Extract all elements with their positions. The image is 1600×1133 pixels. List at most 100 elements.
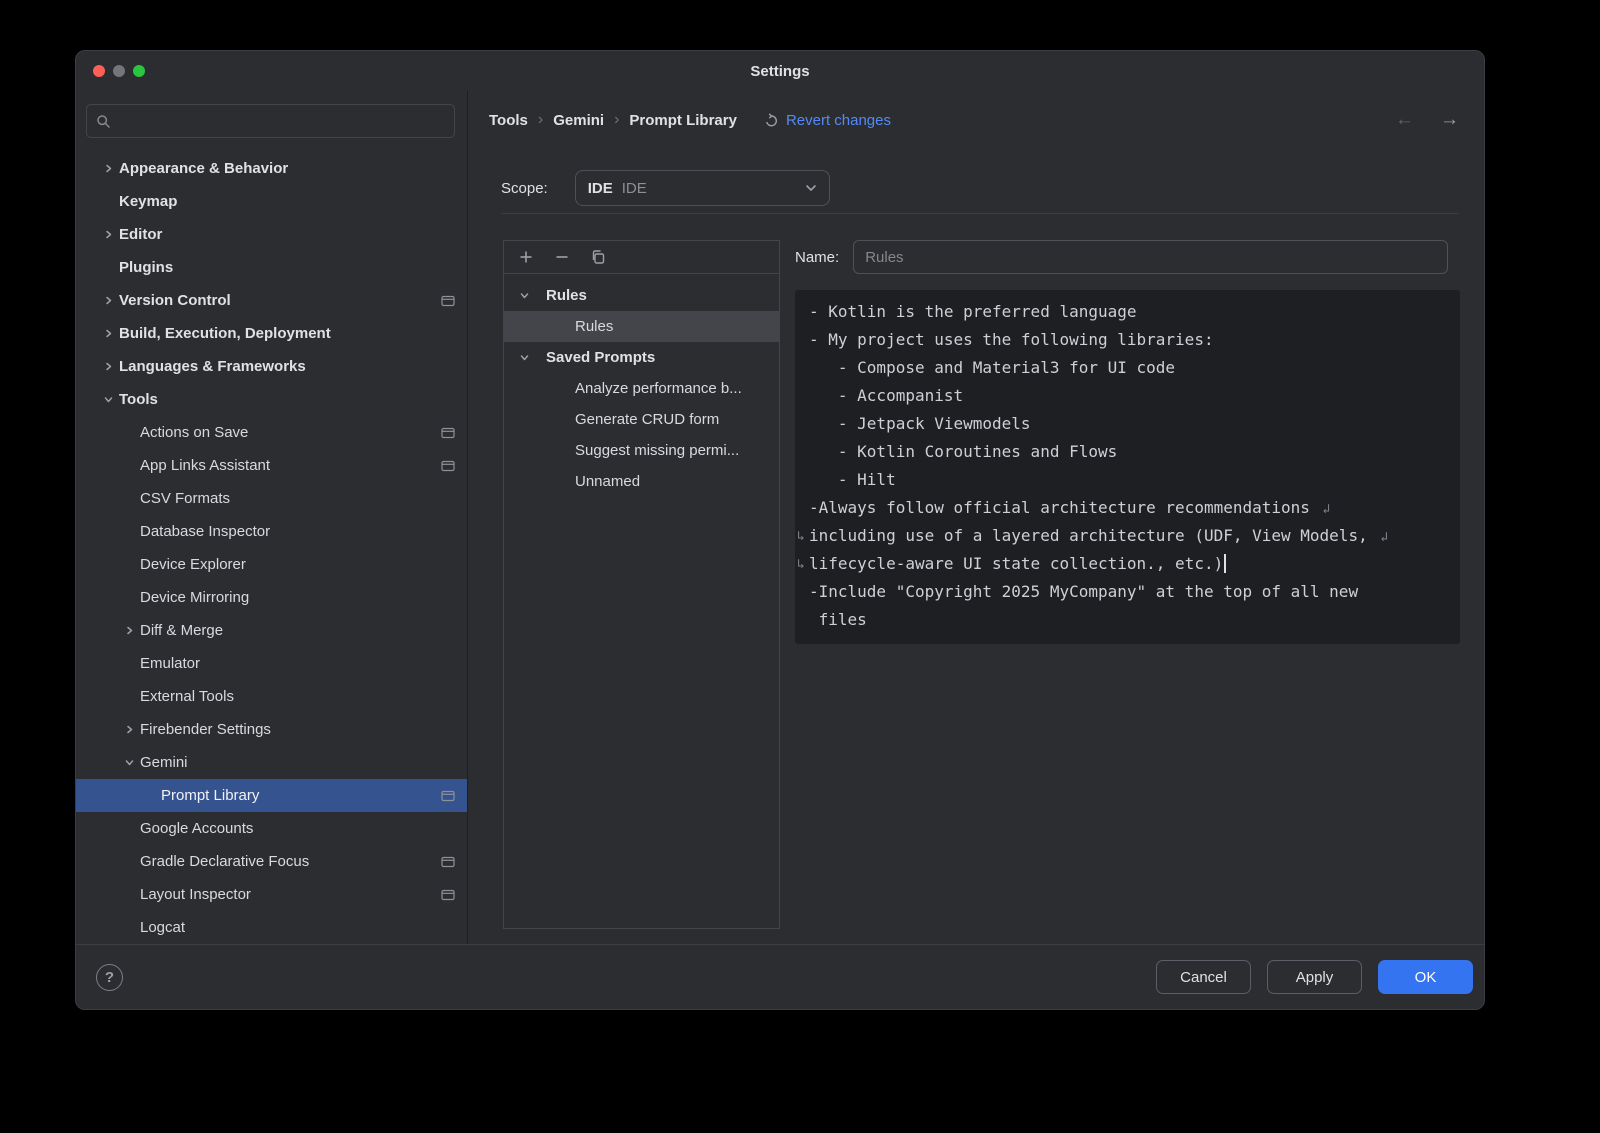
sidebar-item-build-execution-deployment[interactable]: Build, Execution, Deployment	[76, 317, 467, 350]
editor-line: - Kotlin Coroutines and Flows	[809, 438, 1448, 466]
chevron-right-icon[interactable]	[119, 725, 140, 734]
sidebar-item-layout-inspector[interactable]: Layout Inspector	[76, 878, 467, 911]
ide-settings-icon	[441, 790, 455, 802]
prompt-editor-panel: Name: - Kotlin is the preferred language…	[795, 240, 1460, 929]
sidebar-item-emulator[interactable]: Emulator	[76, 647, 467, 680]
prompt-name-row: Name:	[795, 240, 1460, 274]
scope-label: Scope:	[501, 180, 548, 197]
chevron-down-icon[interactable]	[119, 758, 140, 767]
sidebar-item-tools[interactable]: Tools	[76, 383, 467, 416]
prompt-tree-item-label: Rules	[575, 318, 613, 335]
minimize-window-button[interactable]	[113, 65, 125, 77]
sidebar-item-device-explorer[interactable]: Device Explorer	[76, 548, 467, 581]
prompt-tree-item-saved-prompts[interactable]: Saved Prompts	[504, 342, 779, 373]
soft-wrap-icon: ↳	[797, 551, 805, 579]
sidebar-item-logcat[interactable]: Logcat	[76, 911, 467, 944]
breadcrumb-prompt-library[interactable]: Prompt Library	[629, 112, 737, 129]
cancel-button[interactable]: Cancel	[1156, 960, 1251, 994]
chevron-right-icon[interactable]	[98, 296, 119, 305]
forward-icon[interactable]: →	[1440, 109, 1459, 131]
sidebar-item-google-accounts[interactable]: Google Accounts	[76, 812, 467, 845]
chevron-right-icon[interactable]	[98, 362, 119, 371]
prompt-tree-item-analyze-performance-b[interactable]: Analyze performance b...	[504, 373, 779, 404]
prompt-library-panels: Rules Rules Saved Prompts Analyze performan…	[503, 240, 1460, 929]
sidebar-item-label: Firebender Settings	[140, 721, 271, 738]
sidebar-item-gemini[interactable]: Gemini	[76, 746, 467, 779]
prompt-name-input[interactable]	[853, 240, 1448, 274]
editor-line: -Include "Copyright 2025 MyCompany" at t…	[809, 578, 1448, 606]
chevron-down-icon[interactable]	[520, 291, 546, 300]
zoom-window-button[interactable]	[133, 65, 145, 77]
prompt-tree-item-rules[interactable]: Rules	[504, 280, 779, 311]
apply-button[interactable]: Apply	[1267, 960, 1362, 994]
editor-line: - Accompanist	[809, 382, 1448, 410]
sidebar-item-label: Prompt Library	[161, 787, 259, 804]
editor-line: -Always follow official architecture rec…	[809, 494, 1448, 522]
prompt-tree-item-unnamed[interactable]: Unnamed	[504, 466, 779, 497]
sidebar-item-external-tools[interactable]: External Tools	[76, 680, 467, 713]
sidebar-item-plugins[interactable]: Plugins	[76, 251, 467, 284]
prompt-editor[interactable]: - Kotlin is the preferred language- My p…	[795, 290, 1460, 644]
breadcrumb-tools[interactable]: Tools	[489, 112, 528, 129]
breadcrumb-gemini[interactable]: Gemini	[553, 112, 604, 129]
sidebar-item-csv-formats[interactable]: CSV Formats	[76, 482, 467, 515]
sidebar-item-label: Gemini	[140, 754, 188, 771]
editor-line-text: including use of a layered architecture …	[809, 526, 1377, 545]
editor-line: - Hilt	[809, 466, 1448, 494]
chevron-down-icon[interactable]	[98, 395, 119, 404]
sidebar-item-keymap[interactable]: Keymap	[76, 185, 467, 218]
chevron-down-icon[interactable]	[520, 353, 546, 362]
chevron-right-icon[interactable]	[119, 626, 140, 635]
sidebar-item-prompt-library[interactable]: Prompt Library	[76, 779, 467, 812]
window-title: Settings	[750, 63, 809, 80]
prompt-tree-item-generate-crud-form[interactable]: Generate CRUD form	[504, 404, 779, 435]
sidebar-item-label: Languages & Frameworks	[119, 358, 306, 375]
prompt-tree-item-rules[interactable]: Rules	[504, 311, 779, 342]
sidebar-item-label: Gradle Declarative Focus	[140, 853, 309, 870]
sidebar-item-app-links-assistant[interactable]: App Links Assistant	[76, 449, 467, 482]
chevron-right-icon[interactable]	[98, 230, 119, 239]
sidebar-item-version-control[interactable]: Version Control	[76, 284, 467, 317]
sidebar-item-label: External Tools	[140, 688, 234, 705]
ok-button[interactable]: OK	[1378, 960, 1473, 994]
sidebar-item-database-inspector[interactable]: Database Inspector	[76, 515, 467, 548]
sidebar-item-appearance-behavior[interactable]: Appearance & Behavior	[76, 152, 467, 185]
sidebar-item-editor[interactable]: Editor	[76, 218, 467, 251]
editor-line-text: - Compose and Material3 for UI code	[809, 358, 1175, 377]
sidebar-item-label: Build, Execution, Deployment	[119, 325, 331, 342]
dialog-footer: ? Cancel Apply OK	[76, 944, 1484, 1009]
chevron-right-icon[interactable]	[98, 164, 119, 173]
section-divider	[501, 213, 1459, 214]
sidebar-item-label: Google Accounts	[140, 820, 253, 837]
remove-prompt-button[interactable]	[552, 247, 572, 267]
add-prompt-button[interactable]	[516, 247, 536, 267]
close-window-button[interactable]	[93, 65, 105, 77]
scope-selected-prefix: IDE	[588, 180, 613, 197]
sidebar-item-gradle-declarative-focus[interactable]: Gradle Declarative Focus	[76, 845, 467, 878]
settings-sidebar: Appearance & BehaviorKeymapEditorPlugins…	[76, 91, 468, 944]
prompt-tree-item-label: Saved Prompts	[546, 349, 655, 366]
settings-search-box[interactable]	[86, 104, 455, 138]
ide-settings-icon	[441, 856, 455, 868]
sidebar-item-label: Emulator	[140, 655, 200, 672]
chevron-right-icon[interactable]	[98, 329, 119, 338]
search-input[interactable]	[118, 113, 445, 129]
settings-window: Settings Appearance & BehaviorKeymapEdit…	[75, 50, 1485, 1010]
sidebar-item-diff-merge[interactable]: Diff & Merge	[76, 614, 467, 647]
sidebar-item-firebender-settings[interactable]: Firebender Settings	[76, 713, 467, 746]
sidebar-item-languages-frameworks[interactable]: Languages & Frameworks	[76, 350, 467, 383]
sidebar-item-label: Database Inspector	[140, 523, 270, 540]
editor-line-text: files	[809, 610, 867, 629]
sidebar-item-device-mirroring[interactable]: Device Mirroring	[76, 581, 467, 614]
prompt-tree-item-suggest-missing-permi[interactable]: Suggest missing permi...	[504, 435, 779, 466]
duplicate-prompt-button[interactable]	[588, 247, 608, 267]
help-button[interactable]: ?	[96, 964, 123, 991]
settings-body: Appearance & BehaviorKeymapEditorPlugins…	[76, 91, 1484, 944]
prompt-tree-item-label: Generate CRUD form	[575, 411, 719, 428]
sidebar-item-actions-on-save[interactable]: Actions on Save	[76, 416, 467, 449]
revert-changes-link[interactable]: Revert changes	[764, 112, 891, 129]
scope-selected-value: IDE	[622, 180, 647, 197]
ide-settings-icon	[441, 889, 455, 901]
scope-select[interactable]: IDE IDE	[575, 170, 830, 206]
back-icon[interactable]: ←	[1395, 109, 1414, 131]
